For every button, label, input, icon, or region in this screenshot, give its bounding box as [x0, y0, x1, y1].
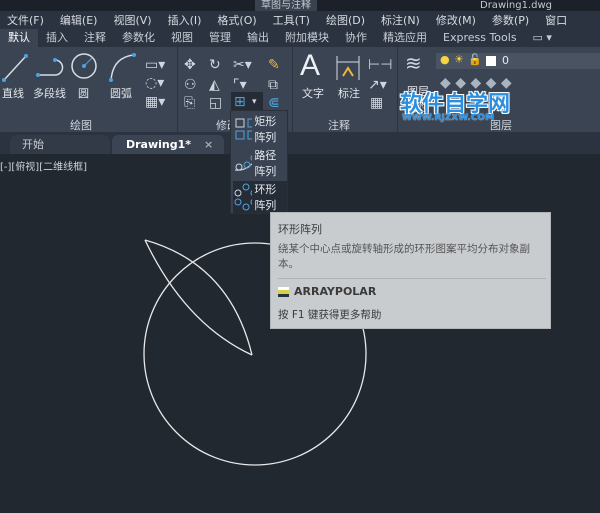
drawing-canvas[interactable]	[0, 154, 600, 513]
tab-default[interactable]: 默认	[0, 29, 38, 47]
dimension-button[interactable]: 标注	[338, 85, 360, 101]
menu-item-polar-array[interactable]: 环形阵列	[233, 181, 287, 213]
draw-panel-title[interactable]: 绘图	[70, 117, 92, 133]
rectangular-array-icon	[235, 118, 253, 140]
line-button[interactable]: 直线	[2, 85, 24, 101]
tab-start[interactable]: 开始	[10, 135, 110, 154]
rectangle-icon[interactable]: ▭▾	[145, 57, 165, 73]
stretch-icon[interactable]: ⎘	[184, 95, 195, 111]
title-bar: 草图与注释 Drawing1.dwg	[0, 0, 600, 11]
tab-drawing1[interactable]: Drawing1* ×	[112, 135, 224, 154]
array-dropdown-menu: 矩形阵列 路径阵列 环形阵列	[230, 110, 288, 214]
tooltip-command: ARRAYPOLAR	[294, 285, 377, 298]
close-icon[interactable]: ×	[204, 135, 213, 154]
menu-view[interactable]: 视图(V)	[106, 12, 160, 28]
hatch-icon[interactable]: ▦▾	[145, 94, 165, 110]
circle-icon[interactable]	[70, 52, 98, 80]
menu-dimension[interactable]: 标注(N)	[374, 12, 429, 28]
table-icon[interactable]: ▦	[370, 95, 383, 111]
mirror-icon[interactable]: ◭	[209, 77, 220, 93]
workspace-selector[interactable]: 草图与注释	[255, 0, 317, 11]
menu-parameters[interactable]: 参数(P)	[485, 12, 538, 28]
tooltip: 环形阵列 绕某个中心点或旋转轴形成的环形图案平均分布对象副本。 ARRAYPOL…	[270, 212, 551, 329]
leader-icon[interactable]: ↗▾	[368, 77, 387, 93]
polar-array-icon	[234, 183, 253, 211]
tab-express-tools[interactable]: Express Tools	[435, 29, 525, 47]
copy-icon[interactable]: ⚇	[184, 77, 197, 93]
scale-icon[interactable]: ◱	[209, 95, 222, 111]
menu-item-rectangular-array[interactable]: 矩形阵列	[233, 113, 287, 145]
chevron-down-icon[interactable]: ▾	[252, 94, 257, 110]
ribbon-display-toggle[interactable]: ▭ ▾	[525, 29, 560, 47]
command-icon	[278, 287, 289, 297]
polyline-icon[interactable]	[35, 55, 65, 81]
menu-bar: 文件(F) 编辑(E) 视图(V) 插入(I) 格式(O) 工具(T) 绘图(D…	[0, 11, 600, 29]
document-title: Drawing1.dwg	[480, 0, 552, 11]
arc-button[interactable]: 圆弧	[110, 85, 132, 101]
layer-dropdown[interactable]: ● ☀ 🔓 0	[436, 53, 600, 69]
tab-collaborate[interactable]: 协作	[337, 29, 375, 47]
trim-icon[interactable]: ✂▾	[233, 57, 252, 73]
path-array-icon	[234, 154, 253, 171]
menu-edit[interactable]: 编辑(E)	[53, 12, 107, 28]
tooltip-description: 绕某个中心点或旋转轴形成的环形图案平均分布对象副本。	[278, 243, 530, 270]
tab-parametric[interactable]: 参数化	[114, 29, 163, 47]
tab-addins[interactable]: 附加模块	[277, 29, 337, 47]
sun-icon: ☀	[454, 53, 464, 66]
menu-window[interactable]: 窗口	[538, 12, 576, 28]
tab-featured-apps[interactable]: 精选应用	[375, 29, 435, 47]
ribbon-tabs: 默认 插入 注释 参数化 视图 管理 输出 附加模块 协作 精选应用 Expre…	[0, 29, 600, 47]
menu-modify[interactable]: 修改(M)	[429, 12, 485, 28]
array-button[interactable]: ⊞ ▾	[231, 92, 263, 112]
menu-tools[interactable]: 工具(T)	[266, 12, 319, 28]
menu-item-path-array[interactable]: 路径阵列	[233, 147, 287, 179]
polyline-button[interactable]: 多段线	[33, 85, 66, 101]
menu-insert[interactable]: 插入(I)	[161, 12, 211, 28]
layer-color-swatch	[486, 56, 496, 66]
array-icon: ⊞	[234, 94, 246, 110]
arc-icon[interactable]	[108, 52, 136, 82]
circle-button[interactable]: 圆	[78, 85, 89, 101]
offset-icon[interactable]: ⋐	[268, 95, 280, 111]
tab-annotate[interactable]: 注释	[76, 29, 114, 47]
erase-icon[interactable]: ✎	[268, 57, 280, 73]
menu-format[interactable]: 格式(O)	[210, 12, 265, 28]
text-icon[interactable]: A	[300, 49, 320, 83]
move-icon[interactable]: ✥	[184, 57, 196, 73]
explode-icon[interactable]: ⧉	[268, 77, 278, 93]
annotation-panel-title[interactable]: 注释	[328, 117, 350, 133]
menu-file[interactable]: 文件(F)	[0, 12, 53, 28]
tab-view[interactable]: 视图	[163, 29, 201, 47]
menu-draw[interactable]: 绘图(D)	[319, 12, 374, 28]
watermark-url: WWW.RJZXW.COM	[402, 113, 495, 123]
dimension-icon[interactable]	[335, 54, 361, 82]
line-icon[interactable]	[2, 52, 28, 82]
text-button[interactable]: 文字	[302, 85, 324, 101]
file-tabs: 开始 Drawing1* ×	[0, 132, 600, 154]
ellipse-icon[interactable]: ◌▾	[145, 75, 164, 91]
fillet-icon[interactable]: ⌜▾	[233, 77, 247, 93]
lens-arc-lower	[144, 239, 253, 356]
tab-drawing1-label: Drawing1*	[126, 138, 192, 151]
unlock-icon: 🔓	[468, 53, 482, 66]
tooltip-title: 环形阵列	[278, 223, 322, 236]
tab-output[interactable]: 输出	[239, 29, 277, 47]
lens-arc-upper	[144, 239, 253, 356]
tab-insert[interactable]: 插入	[38, 29, 76, 47]
layer-properties-icon[interactable]: ≋	[405, 53, 422, 73]
tab-manage[interactable]: 管理	[201, 29, 239, 47]
current-layer-name: 0	[502, 54, 509, 67]
lightbulb-icon: ●	[440, 53, 450, 66]
linear-dim-icon[interactable]: ⊢⊣	[368, 57, 392, 73]
rotate-icon[interactable]: ↻	[209, 57, 221, 73]
tooltip-help: 按 F1 键获得更多帮助	[278, 309, 382, 321]
